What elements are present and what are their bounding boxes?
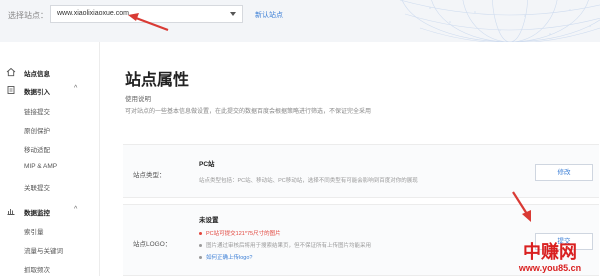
logo-review-hint: 图片通过审核后将用于搜索结果页，但不保证所有上传图片均能采用	[199, 241, 371, 249]
sidebar-item-crawl-frequency[interactable]: 抓取频次	[24, 264, 50, 274]
sidebar-item-data-monitor[interactable]: 数据监控	[24, 207, 50, 217]
sidebar-item-mobile-adapt[interactable]: 移动适配	[24, 144, 50, 154]
watermark-url: www.you85.cn	[518, 263, 582, 273]
logo-size-hint: PC站可提交121*75尺寸的图片	[199, 229, 281, 237]
sidebar-item-data-import[interactable]: 数据引入	[24, 86, 50, 96]
site-logo-label: 站点LOGO：	[133, 241, 172, 248]
home-icon	[6, 67, 16, 77]
watermark-title: 中赚网	[523, 242, 577, 263]
site-logo-value: 未设置	[199, 217, 219, 224]
sidebar-item-mip-amp[interactable]: MIP & AMP	[24, 163, 57, 170]
site-select-dropdown[interactable]: www.xiaolixiaoxue.com	[50, 5, 243, 23]
chevron-down-icon	[230, 12, 236, 16]
chevron-up-icon[interactable]: ^	[74, 206, 77, 213]
logo-help-link[interactable]: 如何正确上传logo?	[199, 253, 252, 261]
sidebar-item-traffic-keywords[interactable]: 流量与关键词	[24, 245, 63, 255]
sidebar: 站点信息 数据引入 ^ 链接提交 原创保护 移动适配 MIP & AMP 关联提…	[0, 42, 100, 276]
globe-graphic	[399, 0, 600, 42]
add-site-link[interactable]: 新认站点	[255, 10, 283, 20]
page-title: 站点属性	[125, 72, 190, 89]
usage-description: 可对站点的一些基本信息做设置，在此提交的数据百度会根据策略进行筛选，不保证完全采…	[125, 109, 372, 115]
site-type-description: 站点类型包括：PC站、移动站、PC移动站，选择不同类型有可能会影响到百度对你的展…	[199, 178, 418, 184]
sidebar-item-site-info[interactable]: 站点信息	[24, 68, 50, 78]
sidebar-item-index-volume[interactable]: 索引量	[24, 226, 44, 236]
sidebar-item-related-submit[interactable]: 关联提交	[24, 182, 50, 192]
sidebar-item-link-submit[interactable]: 链接提交	[24, 106, 50, 116]
site-type-value: PC站	[199, 161, 215, 168]
site-select-value: www.xiaolixiaoxue.com	[57, 10, 129, 17]
import-icon	[7, 86, 15, 94]
sidebar-item-original-protection[interactable]: 原创保护	[24, 125, 50, 135]
top-header: 选择站点： www.xiaolixiaoxue.com 新认站点	[0, 0, 600, 42]
watermark: 中赚网 www.you85.cn	[504, 242, 596, 274]
chart-icon	[7, 209, 15, 215]
site-type-row: 站点类型： PC站 站点类型包括：PC站、移动站、PC移动站，选择不同类型有可能…	[123, 144, 599, 198]
chevron-up-icon[interactable]: ^	[74, 85, 77, 92]
site-select-label: 选择站点：	[8, 11, 48, 20]
modify-button[interactable]: 修改	[535, 164, 593, 181]
site-type-label: 站点类型：	[133, 172, 166, 179]
usage-title: 使用说明	[125, 96, 151, 103]
main-content: 站点属性 使用说明 可对站点的一些基本信息做设置，在此提交的数据百度会根据策略进…	[101, 42, 600, 276]
